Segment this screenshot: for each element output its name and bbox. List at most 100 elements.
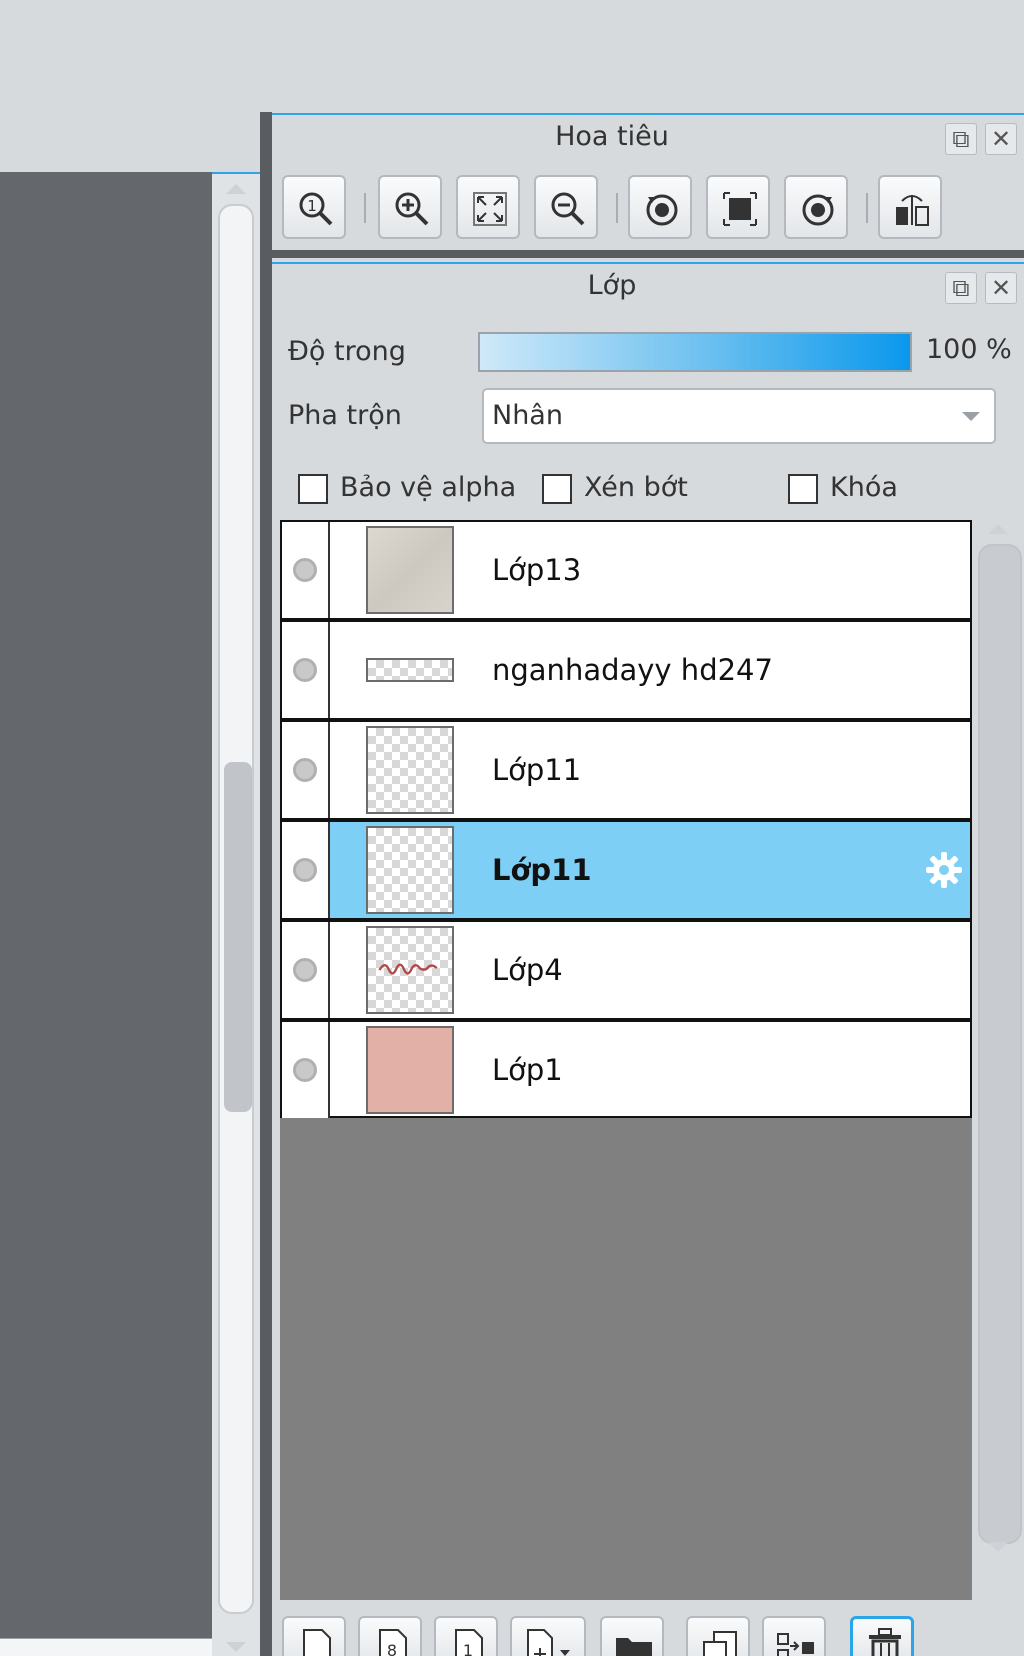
scroll-track[interactable] [218,204,254,1614]
canvas-horizontal-scrollbar[interactable] [0,1638,234,1656]
visibility-toggle[interactable] [282,1022,330,1118]
zoom-out-icon [551,192,585,226]
rotate-right-icon [802,194,834,226]
add-layer-menu-button[interactable] [510,1616,586,1656]
visibility-toggle[interactable] [282,722,330,818]
gear-icon[interactable] [924,850,964,890]
new-1bit-layer-icon: 1 [455,1629,483,1656]
scroll-up-arrow-icon[interactable] [226,184,246,194]
canvas-vertical-scrollbar[interactable] [212,172,260,1656]
duplicate-layer-button[interactable] [686,1616,750,1656]
delete-layer-icon [869,1628,901,1656]
scroll-track[interactable] [978,544,1022,1544]
new-8bit-layer-button[interactable]: 8 [358,1616,422,1656]
layer-thumbnail [366,526,454,614]
fit-screen-button[interactable] [456,175,520,239]
reset-rotation-button[interactable] [706,175,770,239]
checkbox-box[interactable] [542,473,572,504]
layer-row[interactable]: Lớp1 [280,1020,972,1118]
layer-row[interactable]: nganhadayy hd247 [280,620,972,720]
scroll-down-arrow-icon[interactable] [226,1642,246,1652]
flip-horizontal-icon [896,195,929,226]
zoom-100-button[interactable]: 1 [282,175,346,239]
checkbox-box[interactable] [788,473,818,504]
protect-alpha-checkbox[interactable]: Bảo vệ alpha [298,470,516,506]
protect-alpha-label: Bảo vệ alpha [340,472,517,503]
blend-mode-value: Nhân [492,400,563,431]
close-panel-icon[interactable]: ✕ [985,272,1017,304]
rotate-left-button[interactable] [628,175,692,239]
svg-text:1: 1 [307,197,317,215]
layer-thumbnail [366,826,454,914]
duplicate-layer-icon [703,1631,737,1656]
visibility-dot-icon [293,958,317,982]
merge-down-button[interactable] [762,1616,826,1656]
blend-mode-label: Pha trộn [288,400,402,431]
blend-mode-select[interactable]: Nhân [482,388,996,444]
clipping-checkbox[interactable]: Xén bớt [542,470,688,506]
visibility-dot-icon [293,758,317,782]
layer-thumbnail [366,658,454,682]
flip-horizontal-button[interactable] [878,175,942,239]
scroll-thumb[interactable] [224,762,252,1112]
rotate-right-button[interactable] [784,175,848,239]
zoom-in-button[interactable] [378,175,442,239]
lock-label: Khóa [830,472,898,503]
clipping-label: Xén bớt [584,472,688,503]
layer-panel-title: Lớp [587,270,637,301]
new-folder-icon [616,1638,652,1656]
opacity-slider[interactable] [478,332,912,372]
sketch-thumbnail-icon [378,963,438,975]
svg-text:8: 8 [387,1641,397,1656]
reset-rotation-icon [723,192,757,226]
merge-down-icon [777,1633,814,1656]
layer-row-selected[interactable]: Lớp11 [280,820,972,920]
zoom-out-button[interactable] [534,175,598,239]
visibility-toggle[interactable] [282,622,330,718]
layer-name: nganhadayy hd247 [492,653,773,687]
checkbox-box[interactable] [298,473,328,504]
rotate-left-icon [646,194,678,226]
new-folder-button[interactable] [600,1616,664,1656]
layer-name: Lớp4 [492,953,563,987]
layer-list-scrollbar[interactable] [972,520,1024,1560]
new-1bit-layer-button[interactable]: 1 [434,1616,498,1656]
opacity-label: Độ trong [288,336,406,367]
layer-name: Lớp11 [492,853,592,887]
layer-name: Lớp1 [492,1053,563,1087]
navigator-title: Hoa tiêu [555,121,669,152]
visibility-toggle[interactable] [282,922,330,1018]
visibility-toggle[interactable] [282,822,330,918]
layer-thumbnail [366,726,454,814]
visibility-toggle[interactable] [282,522,330,618]
fit-screen-icon [473,192,507,226]
layer-toolbar: 8 1 [280,1610,1024,1656]
layer-thumbnail [366,1026,454,1114]
scroll-down-arrow-icon[interactable] [988,1542,1008,1552]
layer-row[interactable]: Lớp13 [280,520,972,620]
svg-text:1: 1 [463,1641,473,1656]
visibility-dot-icon [293,1058,317,1082]
detach-panel-icon[interactable]: ⧉ [945,272,977,304]
panel-splitter[interactable] [260,112,272,1656]
lock-checkbox[interactable]: Khóa [788,470,898,506]
new-layer-button[interactable] [282,1616,346,1656]
close-panel-icon[interactable]: ✕ [985,123,1017,155]
visibility-dot-icon [293,858,317,882]
navigator-panel: Hoa tiêu ⧉ ✕ 1 [272,113,1024,258]
layer-row[interactable]: Lớp4 [280,920,972,1020]
layer-name: Lớp13 [492,553,582,587]
detach-panel-icon[interactable]: ⧉ [945,123,977,155]
canvas-area[interactable] [0,172,212,1656]
delete-layer-button[interactable] [850,1616,914,1656]
new-layer-icon [303,1629,331,1656]
visibility-dot-icon [293,658,317,682]
scroll-up-arrow-icon[interactable] [988,524,1008,534]
visibility-dot-icon [293,558,317,582]
layer-list[interactable]: Lớp13 nganhadayy hd247 Lớp11 Lớp11 Lớp4 … [280,520,972,1600]
layer-row[interactable]: Lớp11 [280,720,972,820]
new-8bit-layer-icon: 8 [379,1629,407,1656]
zoom-in-icon [395,192,429,226]
chevron-down-icon [962,412,980,421]
zoom-100-icon: 1 [299,192,333,226]
